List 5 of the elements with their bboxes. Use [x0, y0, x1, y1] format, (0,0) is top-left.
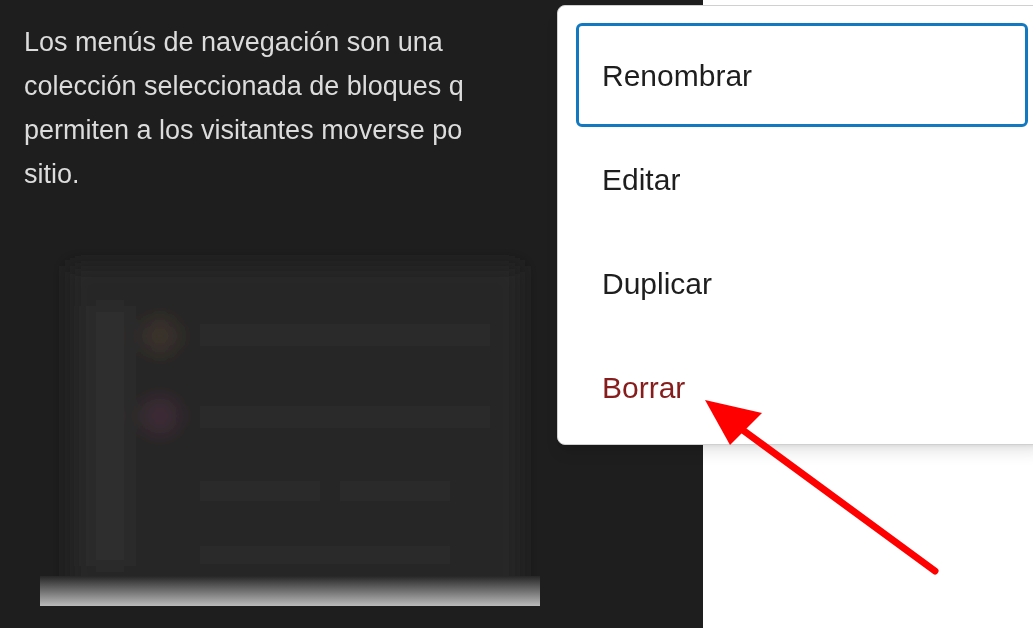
- menu-item[interactable]: Duplicar: [576, 231, 1028, 335]
- menu-item[interactable]: Renombrar: [576, 23, 1028, 127]
- description-text: Los menús de navegación son una colección seleccionada de bloques q permiten a los visitantes moverse po sitio.: [24, 26, 464, 191]
- menu-item[interactable]: Borrar: [576, 335, 1028, 439]
- menu-item[interactable]: Editar: [576, 127, 1028, 231]
